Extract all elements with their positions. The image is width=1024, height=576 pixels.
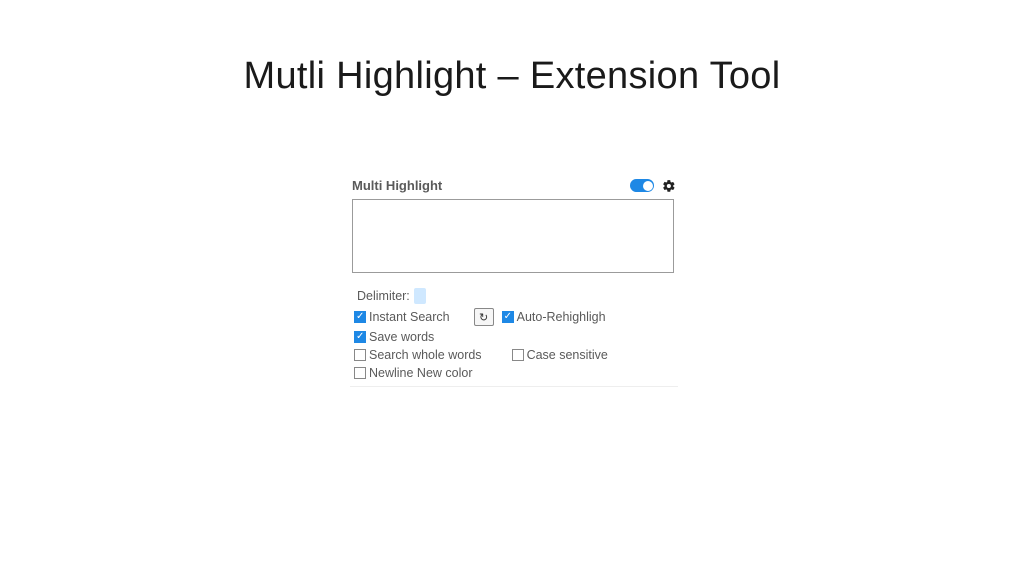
delimiter-row: Delimiter: [350, 286, 678, 306]
options-row-4: Newline New color [350, 364, 678, 382]
words-input[interactable] [352, 199, 674, 273]
instant-search-label: Instant Search [369, 310, 450, 324]
newline-new-color-checkbox[interactable] [354, 367, 366, 379]
refresh-button[interactable]: ↻ [474, 308, 494, 326]
extension-popup: Multi Highlight Delimiter: Instant Searc… [350, 178, 678, 387]
enable-toggle[interactable] [630, 179, 654, 192]
save-words-checkbox[interactable] [354, 331, 366, 343]
options-row-3: Search whole words Case sensitive [350, 346, 678, 364]
auto-rehighlight-label: Auto-Rehighligh [517, 310, 606, 324]
delimiter-label: Delimiter: [357, 289, 410, 303]
settings-icon[interactable] [662, 179, 676, 193]
panel-header-controls [630, 179, 676, 193]
case-sensitive-label: Case sensitive [527, 348, 608, 362]
save-words-label: Save words [369, 330, 434, 344]
options-row-1: Instant Search ↻ Auto-Rehighligh [350, 306, 678, 328]
case-sensitive-checkbox[interactable] [512, 349, 524, 361]
slide-title: Mutli Highlight – Extension Tool [0, 55, 1024, 98]
delimiter-value[interactable] [414, 288, 426, 304]
options-row-2: Save words [350, 328, 678, 346]
newline-new-color-label: Newline New color [369, 366, 473, 380]
panel-divider [350, 386, 678, 387]
instant-search-checkbox[interactable] [354, 311, 366, 323]
auto-rehighlight-checkbox[interactable] [502, 311, 514, 323]
panel-header: Multi Highlight [350, 178, 678, 199]
search-whole-words-label: Search whole words [369, 348, 482, 362]
panel-title: Multi Highlight [352, 178, 442, 193]
search-whole-words-checkbox[interactable] [354, 349, 366, 361]
